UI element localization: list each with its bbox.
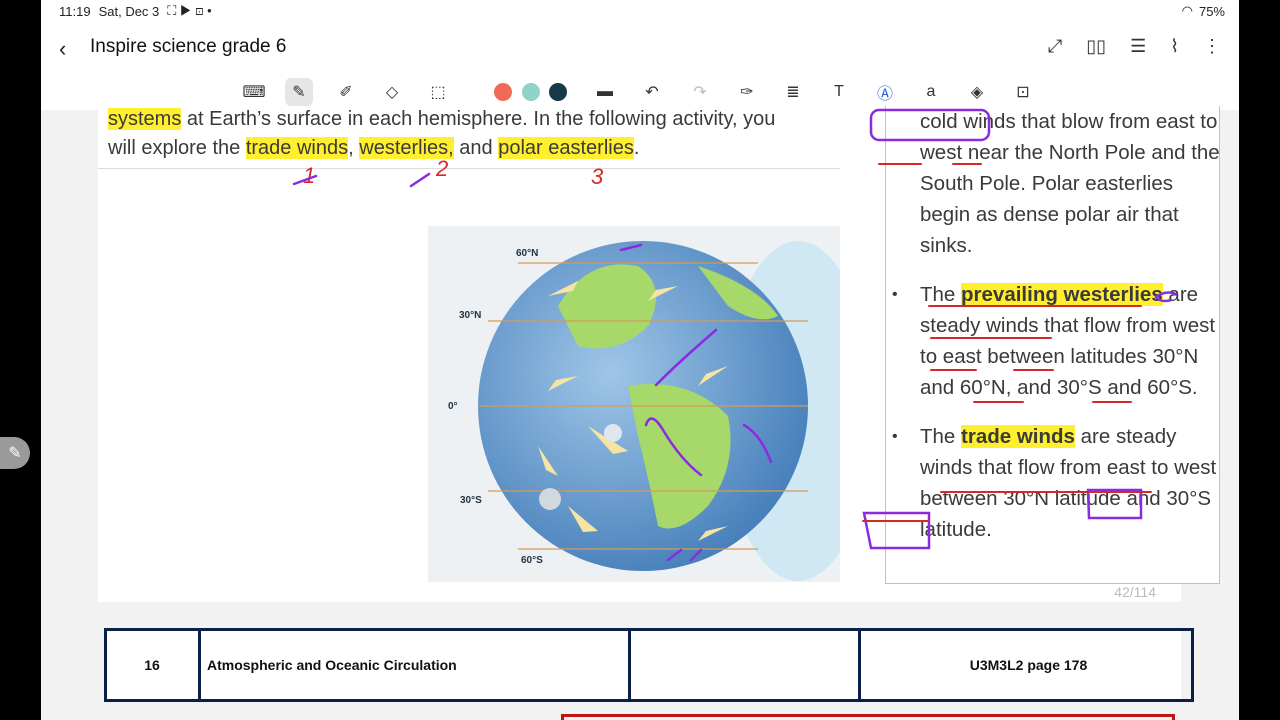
keyboard-icon[interactable]: ⌨ — [240, 78, 268, 106]
bullet-lead: The — [920, 283, 962, 306]
term-polar-easterlies: polar easterlies — [498, 137, 634, 159]
redo-icon[interactable]: ↷ — [686, 78, 714, 106]
globe-illustration: 60°N 30°N 0° 30°S 60°S — [448, 241, 873, 581]
text-convert-icon[interactable]: a — [917, 78, 945, 106]
wifi-icon: ◠ — [1181, 3, 1193, 18]
handwriting-icon[interactable]: Ⓐ — [871, 78, 899, 106]
text-line: will explore the — [108, 137, 246, 159]
text-line: at Earth’s surface in each hemisphere. I… — [181, 108, 776, 130]
page-list-icon[interactable]: ☰ — [1130, 36, 1146, 57]
book-view-icon[interactable]: ▯▯ — [1086, 36, 1106, 57]
document-title: Inspire science grade 6 — [90, 36, 287, 57]
label-60s: 60°S — [521, 555, 543, 566]
footer-reference: U3M3L2 page 178 — [858, 628, 1194, 702]
shapes-icon[interactable]: ◈ — [963, 78, 991, 106]
tablet-screen: 11:19 Sat, Dec 3 ⛶ ▶ ⊡ • ◠ 75% ‹ Inspire… — [41, 0, 1239, 720]
term-trade-winds: trade winds — [245, 137, 349, 159]
app-header: ‹ Inspire science grade 6 ⤢ ▯▯ ☰ ⌇ ⋮ — [41, 22, 1239, 74]
more-menu-icon[interactable]: ⋮ — [1203, 36, 1221, 57]
lock-icon[interactable]: ⊡ — [1009, 78, 1037, 106]
label-30s: 30°S — [460, 495, 482, 506]
clock: 11:19 — [59, 3, 91, 19]
term-prevailing-westerlies: prevailing westerlies — [961, 283, 1163, 306]
label-30n: 30°N — [459, 310, 481, 321]
pen-settings-icon[interactable]: ✑ — [733, 78, 761, 106]
bullet-lead: The — [920, 425, 962, 448]
undo-icon[interactable]: ↶ — [638, 78, 666, 106]
lasso-select-icon[interactable]: ⬚ — [424, 78, 452, 106]
footer-blank — [628, 628, 861, 702]
separator: , — [348, 137, 360, 159]
definition-text: cold winds that blow from east to west n… — [892, 106, 1220, 545]
status-bar: 11:19 Sat, Dec 3 ⛶ ▶ ⊡ • ◠ 75% — [41, 0, 1239, 22]
bullet-icon: • — [892, 428, 898, 445]
highlighter-icon[interactable]: ✐ — [332, 78, 360, 106]
definition-box: cold winds that blow from east to west n… — [885, 106, 1220, 584]
document-page: systems at Earth’s surface in each hemis… — [98, 106, 1220, 602]
date: Sat, Dec 3 — [98, 3, 160, 19]
global-winds-figure: 60°N 30°N 0° 30°S 60°S — [428, 226, 873, 582]
cold-winds-text: cold winds — [920, 110, 1016, 133]
stroke-width-icon[interactable]: ▬ — [591, 78, 619, 106]
footer-number: 16 — [104, 628, 201, 702]
page-indicator: 42/114 — [1114, 584, 1156, 600]
back-arrow-icon[interactable]: ‹ — [59, 36, 66, 62]
label-60n: 60°N — [516, 248, 538, 259]
label-0: 0° — [448, 401, 458, 412]
bullet-icon: • — [892, 286, 898, 303]
attach-icon[interactable]: ⌇ — [1170, 36, 1179, 57]
red-outline-box — [561, 714, 1175, 720]
fullscreen-icon[interactable]: ⤢ — [1048, 36, 1062, 57]
battery-level: 75% — [1198, 3, 1225, 19]
worksheet-footer-table: 16 Atmospheric and Oceanic Circulation U… — [104, 628, 1194, 702]
pen-icon[interactable]: ✎ — [285, 78, 313, 106]
term-westerlies: westerlies, — [359, 137, 454, 159]
text-align-icon[interactable]: ≣ — [779, 78, 807, 106]
color-teal-swatch[interactable] — [522, 83, 540, 101]
highlight-systems: systems — [108, 108, 182, 130]
term-trade-winds-bold: trade winds — [961, 425, 1075, 448]
eraser-icon[interactable]: ◇ — [378, 78, 406, 106]
body-paragraph: systems at Earth’s surface in each hemis… — [108, 105, 848, 163]
edit-pencil-icon[interactable]: ✎ — [0, 437, 30, 469]
color-navy-swatch[interactable] — [549, 83, 567, 101]
period: . — [633, 137, 640, 159]
color-red-swatch[interactable] — [494, 83, 512, 101]
separator: and — [453, 137, 499, 159]
notification-icons: ⛶ ▶ ⊡ • — [167, 3, 212, 18]
text-tool-icon[interactable]: T — [825, 78, 853, 106]
divider — [98, 168, 840, 169]
footer-title: Atmospheric and Oceanic Circulation — [198, 628, 631, 702]
